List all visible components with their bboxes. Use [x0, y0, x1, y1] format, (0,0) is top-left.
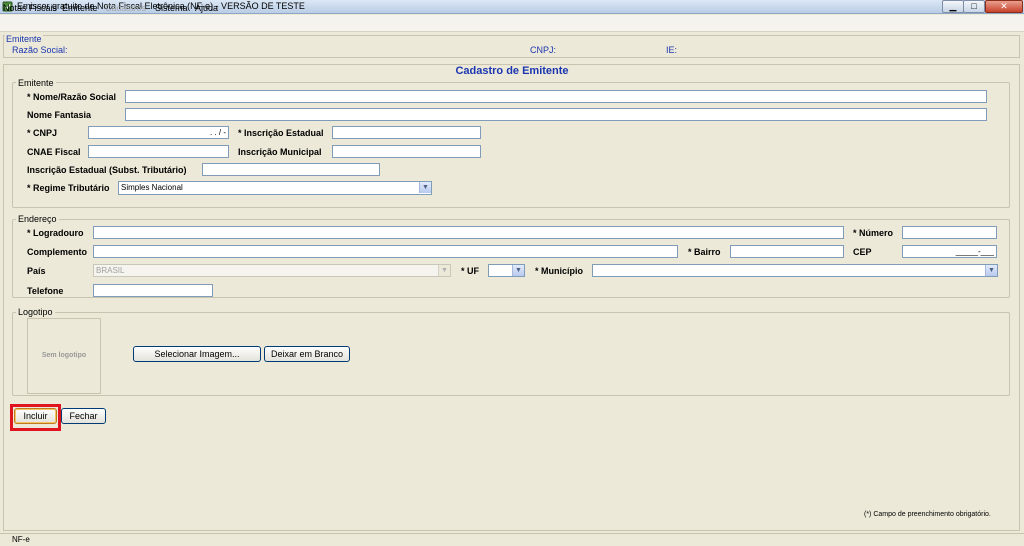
endereco-group-legend: Endereço: [16, 214, 59, 224]
required-fields-note: (*) Campo de preenchimento obrigatório.: [864, 511, 991, 518]
fantasia-input[interactable]: [125, 108, 987, 121]
incluir-button[interactable]: Incluir: [14, 408, 57, 424]
cep-input[interactable]: _____-___: [902, 245, 997, 258]
cnae-input[interactable]: [88, 145, 229, 158]
cnpj-input[interactable]: . . / -: [88, 126, 229, 139]
logradouro-label: * Logradouro: [27, 228, 84, 238]
regime-label: * Regime Tributário: [27, 183, 110, 193]
regime-select-value: Simples Nacional: [121, 183, 183, 192]
menu-sistema[interactable]: Sistema: [155, 3, 188, 13]
complemento-input[interactable]: [93, 245, 678, 258]
razao-social-info-label: Razão Social:: [12, 45, 68, 55]
page-title: Cadastro de Emitente: [0, 65, 1024, 77]
cnpj-info-label: CNPJ:: [530, 45, 557, 55]
emitente-group-legend: Emitente: [16, 78, 56, 88]
page-title-text: Cadastro de Emitente: [451, 65, 573, 77]
close-button[interactable]: ✕: [985, 0, 1023, 13]
fechar-button[interactable]: Fechar: [61, 408, 106, 424]
emitente-info-legend: Emitente: [5, 34, 43, 44]
minimize-button[interactable]: ▁: [942, 0, 964, 13]
cep-label: CEP: [853, 247, 872, 257]
municipio-label: * Município: [535, 266, 583, 276]
pais-select-value: BRASIL: [96, 266, 125, 275]
menu-emitente[interactable]: Emitente: [62, 3, 98, 13]
uf-label: * UF: [461, 266, 479, 276]
emitente-info-panel: [3, 35, 1020, 58]
logradouro-input[interactable]: [93, 226, 844, 239]
telefone-input[interactable]: [93, 284, 213, 297]
select-image-button[interactable]: Selecionar Imagem...: [133, 346, 261, 362]
pais-select[interactable]: BRASIL ▼: [93, 264, 451, 277]
cnae-label: CNAE Fiscal: [27, 147, 81, 157]
menu-bar: [0, 15, 1024, 32]
regime-select[interactable]: Simples Nacional ▼: [118, 181, 432, 195]
menu-ajuda[interactable]: Ajuda: [195, 3, 218, 13]
menu-cadastros[interactable]: Cadastros: [105, 3, 146, 13]
ie-label: * Inscrição Estadual: [238, 128, 324, 138]
chevron-down-icon[interactable]: ▼: [512, 265, 524, 276]
ie-info-label: IE:: [666, 45, 678, 55]
menu-notas-fiscais[interactable]: Notas Fiscais: [3, 3, 57, 13]
municipio-select[interactable]: ▼: [592, 264, 998, 277]
uf-select[interactable]: ▼: [488, 264, 525, 277]
cnpj-label: * CNPJ: [27, 128, 58, 138]
chevron-down-icon[interactable]: ▼: [985, 265, 997, 276]
numero-input[interactable]: [902, 226, 997, 239]
clear-logo-button[interactable]: Deixar em Branco: [264, 346, 350, 362]
numero-label: * Número: [853, 228, 894, 238]
ie-input[interactable]: [332, 126, 481, 139]
nome-input[interactable]: [125, 90, 987, 103]
telefone-label: Telefone: [27, 286, 64, 296]
bairro-input[interactable]: [730, 245, 844, 258]
maximize-button[interactable]: □: [963, 0, 985, 13]
chevron-down-icon[interactable]: ▼: [438, 265, 450, 276]
im-label: Inscrição Municipal: [238, 147, 322, 157]
im-input[interactable]: [332, 145, 481, 158]
logotipo-group-legend: Logotipo: [16, 307, 55, 317]
fantasia-label: Nome Fantasia: [27, 110, 92, 120]
bairro-label: * Bairro: [688, 247, 721, 257]
iest-input[interactable]: [202, 163, 380, 176]
logo-placeholder: Sem logotipo: [41, 352, 87, 359]
pais-label: País: [27, 266, 46, 276]
chevron-down-icon[interactable]: ▼: [419, 182, 431, 193]
iest-label: Inscrição Estadual (Subst. Tributário): [27, 165, 187, 175]
complemento-label: Complemento: [27, 247, 88, 257]
nome-label: * Nome/Razão Social: [27, 92, 117, 102]
status-bar: [0, 533, 1024, 546]
status-text: NF-e: [12, 535, 30, 544]
